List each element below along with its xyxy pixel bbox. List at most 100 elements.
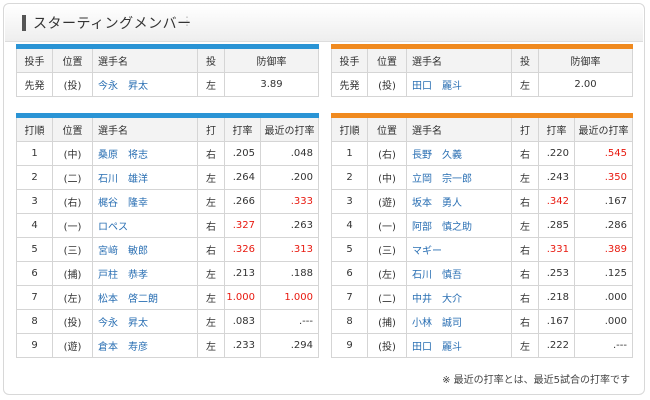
batting-order: 8 [16, 309, 53, 334]
player-name-link[interactable]: 阿部 慎之助 [406, 213, 512, 238]
bats: 右 [511, 285, 539, 310]
batting-avg: .264 [224, 165, 261, 190]
pitcher-name-link[interactable]: 田口 麗斗 [406, 72, 512, 97]
position: (右) [367, 141, 407, 166]
bats: 右 [511, 309, 539, 334]
bats: 右 [197, 237, 225, 262]
batting-order: 5 [331, 237, 368, 262]
bats: 左 [197, 309, 225, 334]
header-batting-avg: 打率 [538, 115, 575, 142]
recent-avg: .545 [574, 141, 633, 166]
bats: 右 [197, 141, 225, 166]
bats: 左 [511, 333, 539, 358]
player-name-link[interactable]: ロペス [92, 213, 198, 238]
lineup-row: 9 (遊) 倉本 寿彦左 .233.294 [16, 333, 319, 358]
lineup-row: 7 (左) 松本 啓二朗左 1.000 1.000 [16, 285, 319, 310]
batting-avg: .222 [538, 333, 575, 358]
pitcher-role: 先発 [16, 72, 53, 97]
batting-avg: .327 [224, 213, 261, 238]
away-pitcher-table: 投手 位置 選手名 投 防御率 先発 (投) 田口 麗斗 左 2.00 [331, 44, 633, 97]
lineup-row: 4 (一) 阿部 慎之助左 .285.286 [331, 213, 633, 238]
header-recent-avg: 最近の打率 [574, 115, 633, 142]
batting-avg: .167 [538, 309, 575, 334]
header-player-name: 選手名 [92, 46, 198, 73]
recent-avg: .000 [574, 285, 633, 310]
player-name-link[interactable]: 戸柱 恭孝 [92, 261, 198, 286]
player-name-link[interactable]: 小林 誠司 [406, 309, 512, 334]
recent-avg: .167 [574, 189, 633, 214]
bats: 右 [511, 237, 539, 262]
recent-avg: .--- [260, 309, 319, 334]
lineup-row: 1 (中) 桑原 将志右 .205.048 [16, 141, 319, 166]
player-name-link[interactable]: 松本 啓二朗 [92, 285, 198, 310]
away-pitcher-header-row: 投手 位置 選手名 投 防御率 [331, 46, 633, 73]
recent-avg: 1.000 [260, 285, 319, 310]
panel-title: スターティングメンバー [33, 16, 192, 32]
position: (中) [367, 165, 407, 190]
batting-avg: .253 [538, 261, 575, 286]
player-name-link[interactable]: 桑原 将志 [92, 141, 198, 166]
home-lineup-table: 打順 位置 選手名 打 打率 最近の打率 1 (中) 桑原 将志右 .205.048 2… [16, 113, 319, 358]
pitcher-name-link[interactable]: 今永 昇太 [92, 72, 198, 97]
recent-avg: .294 [260, 333, 319, 358]
batting-order: 6 [16, 261, 53, 286]
player-name-link[interactable]: 今永 昇太 [92, 309, 198, 334]
player-name-link[interactable]: 中井 大介 [406, 285, 512, 310]
batting-avg: .233 [224, 333, 261, 358]
bats: 左 [511, 213, 539, 238]
bats: 左 [197, 285, 225, 310]
batting-order: 7 [331, 285, 368, 310]
recent-avg: .263 [260, 213, 319, 238]
batting-order: 2 [16, 165, 53, 190]
batting-order: 2 [331, 165, 368, 190]
header-position: 位置 [367, 46, 407, 73]
player-name-link[interactable]: 立岡 宗一郎 [406, 165, 512, 190]
recent-avg: .200 [260, 165, 319, 190]
position: (遊) [367, 189, 407, 214]
header-recent-avg: 最近の打率 [260, 115, 319, 142]
batting-avg: .326 [224, 237, 261, 262]
player-name-link[interactable]: 石川 慎吾 [406, 261, 512, 286]
player-name-link[interactable]: 坂本 勇人 [406, 189, 512, 214]
batting-order: 3 [331, 189, 368, 214]
header-position: 位置 [52, 46, 93, 73]
batting-order: 7 [16, 285, 53, 310]
pitcher-throws: 左 [197, 72, 225, 97]
bats: 右 [511, 261, 539, 286]
bats: 左 [197, 333, 225, 358]
pitcher-era: 3.89 [224, 72, 319, 97]
pitcher-era: 2.00 [538, 72, 633, 97]
pitcher-position: (投) [367, 72, 407, 97]
lineup-row: 3 (遊) 坂本 勇人右 .342.167 [331, 189, 633, 214]
recent-avg-footnote: ※ 最近の打率とは、最近5試合の打率です [442, 375, 630, 386]
bats: 右 [511, 141, 539, 166]
position: (左) [367, 261, 407, 286]
home-pitcher-row: 先発 (投) 今永 昇太 左 3.89 [16, 72, 319, 97]
home-pitcher-table: 投手 位置 選手名 投 防御率 先発 (投) 今永 昇太 左 3.89 [16, 44, 319, 97]
panel-header: スターティングメンバー ⋮ [5, 5, 643, 42]
bats: 左 [197, 189, 225, 214]
player-name-link[interactable]: 倉本 寿彦 [92, 333, 198, 358]
bats: 左 [511, 165, 539, 190]
bats: 左 [197, 165, 225, 190]
player-name-link[interactable]: 田口 麗斗 [406, 333, 512, 358]
batting-avg: .285 [538, 213, 575, 238]
batting-order: 8 [331, 309, 368, 334]
position: (三) [367, 237, 407, 262]
player-name-link[interactable]: 長野 久義 [406, 141, 512, 166]
lineup-row: 4 (一) ロペス右 .327.263 [16, 213, 319, 238]
batting-order: 1 [331, 141, 368, 166]
player-name-link[interactable]: 梶谷 隆幸 [92, 189, 198, 214]
player-name-link[interactable]: 石川 雄洋 [92, 165, 198, 190]
player-name-link[interactable]: マギー [406, 237, 512, 262]
lineup-row: 2 (二) 石川 雄洋左 .264.200 [16, 165, 319, 190]
player-name-link[interactable]: 宮﨑 敏郎 [92, 237, 198, 262]
away-pitcher-row: 先発 (投) 田口 麗斗 左 2.00 [331, 72, 633, 97]
batting-order: 4 [16, 213, 53, 238]
batting-order: 9 [331, 333, 368, 358]
recent-avg: .048 [260, 141, 319, 166]
header-pitcher: 投手 [331, 46, 368, 73]
batting-order: 5 [16, 237, 53, 262]
lineup-row: 8 (捕) 小林 誠司右 .167.000 [331, 309, 633, 334]
bats: 右 [511, 189, 539, 214]
